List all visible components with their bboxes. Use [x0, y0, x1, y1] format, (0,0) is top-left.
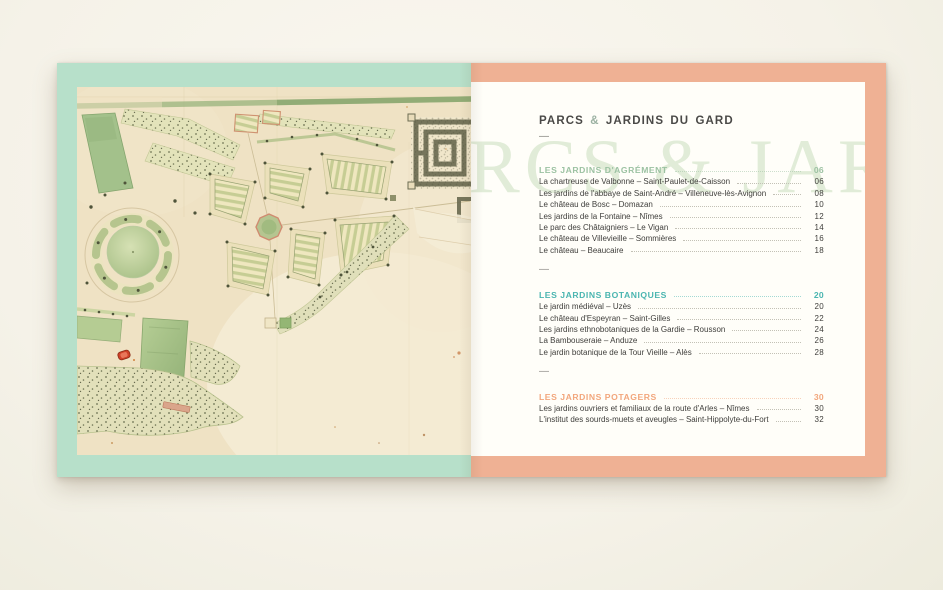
toc-entry-label: Le château d'Espeyran – Saint-Gilles	[539, 314, 670, 323]
toc-entry-page-number: 14	[806, 223, 824, 232]
leader-dots	[776, 421, 801, 422]
toc-entry: Les jardins ouvriers et familiaux de la …	[539, 402, 824, 413]
leader-dots	[644, 342, 801, 343]
title-separator-dash: —	[539, 133, 824, 142]
leader-dots	[631, 251, 801, 252]
toc-entry: Le château de Villevieille – Sommières 16	[539, 232, 824, 243]
toc-entry: Le château de Bosc – Domazan 10	[539, 198, 824, 209]
toc-entry: La Bambouseraie – Anduze 26	[539, 334, 824, 345]
toc-entry-label: Le parc des Châtaigniers – Le Vigan	[539, 223, 668, 232]
toc-section-header: LES JARDINS BOTANIQUES 20	[539, 287, 824, 300]
title-ampersand: &	[590, 115, 599, 127]
toc-entry: Le jardin botanique de la Tour Vieille –…	[539, 345, 824, 356]
leader-dots	[674, 296, 801, 297]
toc-entry-page-number: 26	[806, 336, 824, 345]
toc-entry-page-number: 10	[806, 200, 824, 209]
garden-plan-illustration	[77, 87, 471, 455]
leader-dots	[638, 308, 801, 309]
toc-entry-page-number: 16	[806, 234, 824, 243]
toc-entry-page-number: 24	[806, 325, 824, 334]
toc-entry-label: La chartreuse de Valbonne – Saint-Paulet…	[539, 177, 730, 186]
garden-plan-svg	[77, 87, 471, 455]
toc-entry-label: Le jardin médiéval – Uzès	[539, 302, 631, 311]
toc-entry-page-number: 32	[806, 415, 824, 424]
title-part1: PARCS	[539, 115, 584, 127]
toc-section-header: LES JARDINS D'AGRÉMENT 06	[539, 162, 824, 175]
toc-entry-page-number: 08	[806, 189, 824, 198]
toc-section-header: LES JARDINS POTAGERS 30	[539, 389, 824, 402]
toc-entry-label: Le château – Beaucaire	[539, 246, 624, 255]
toc-section-header-label: LES JARDINS POTAGERS	[539, 392, 657, 402]
toc-entry: Les jardins ethnobotaniques de la Gardie…	[539, 323, 824, 334]
toc-entry: Les jardins de l'abbaye de Saint-André –…	[539, 186, 824, 197]
toc-section-header-page-number: 30	[806, 392, 824, 402]
leader-dots	[664, 398, 801, 399]
section-separator-dash: —	[539, 265, 824, 275]
toc-entry-page-number: 22	[806, 314, 824, 323]
toc-entry-page-number: 18	[806, 246, 824, 255]
toc-entry: Les jardins de la Fontaine – Nîmes 12	[539, 209, 824, 220]
toc-entry-page-number: 12	[806, 212, 824, 221]
title-part2: JARDINS DU GARD	[606, 115, 734, 127]
leader-dots	[773, 194, 801, 195]
toc-entry-page-number: 06	[806, 177, 824, 186]
leader-dots	[757, 409, 801, 410]
toc-entry-label: Le château de Villevieille – Sommières	[539, 234, 676, 243]
leader-dots	[732, 330, 801, 331]
leader-dots	[737, 183, 801, 184]
toc-entry-label: Le château de Bosc – Domazan	[539, 200, 653, 209]
toc-entry-label: Les jardins ethnobotaniques de la Gardie…	[539, 325, 725, 334]
toc-entry-label: Les jardins de la Fontaine – Nîmes	[539, 212, 663, 221]
leader-dots	[677, 319, 801, 320]
toc-entry: Le jardin médiéval – Uzès 20	[539, 300, 824, 311]
toc-panel: PARCS & JARDINS PARCS & JARDINS DU GARD …	[471, 82, 865, 456]
toc-entry-label: Le jardin botanique de la Tour Vieille –…	[539, 348, 692, 357]
toc-section-header-page-number: 20	[806, 290, 824, 300]
leader-dots	[670, 217, 801, 218]
toc-entry-page-number: 28	[806, 348, 824, 357]
toc-entry: Le château – Beaucaire 18	[539, 243, 824, 254]
toc-entry: La chartreuse de Valbonne – Saint-Paulet…	[539, 175, 824, 186]
toc-section-header-label: LES JARDINS BOTANIQUES	[539, 290, 667, 300]
toc-entry: Le parc des Châtaigniers – Le Vigan 14	[539, 221, 824, 232]
toc-section-header-label: LES JARDINS D'AGRÉMENT	[539, 165, 668, 175]
toc-entry-label: Les jardins ouvriers et familiaux de la …	[539, 404, 750, 413]
book-spread: PARCS & JARDINS PARCS & JARDINS DU GARD …	[57, 63, 886, 477]
toc-entry-label: Les jardins de l'abbaye de Saint-André –…	[539, 189, 766, 198]
toc-sections: LES JARDINS D'AGRÉMENT 06 La chartreuse de…	[539, 162, 824, 424]
section-separator-dash: —	[539, 367, 824, 377]
toc-entry: L'institut des sourds-muets et aveugles …	[539, 413, 824, 424]
desk-background: PARCS & JARDINS PARCS & JARDINS DU GARD …	[0, 0, 943, 590]
toc-entry-page-number: 30	[806, 404, 824, 413]
leader-dots	[699, 353, 801, 354]
right-page: PARCS & JARDINS PARCS & JARDINS DU GARD …	[471, 63, 886, 477]
leader-dots	[675, 228, 801, 229]
leader-dots	[660, 206, 801, 207]
toc-entry: Le château d'Espeyran – Saint-Gilles 22	[539, 311, 824, 322]
left-page	[57, 63, 471, 477]
toc-content: PARCS & JARDINS DU GARD — LES JARDINS D'…	[471, 82, 865, 424]
page-title: PARCS & JARDINS DU GARD	[539, 115, 824, 128]
toc-section-header-page-number: 06	[806, 165, 824, 175]
toc-entry-label: La Bambouseraie – Anduze	[539, 336, 637, 345]
leader-dots	[683, 240, 801, 241]
leader-dots	[675, 171, 801, 172]
toc-entry-page-number: 20	[806, 302, 824, 311]
toc-entry-label: L'institut des sourds-muets et aveugles …	[539, 415, 769, 424]
